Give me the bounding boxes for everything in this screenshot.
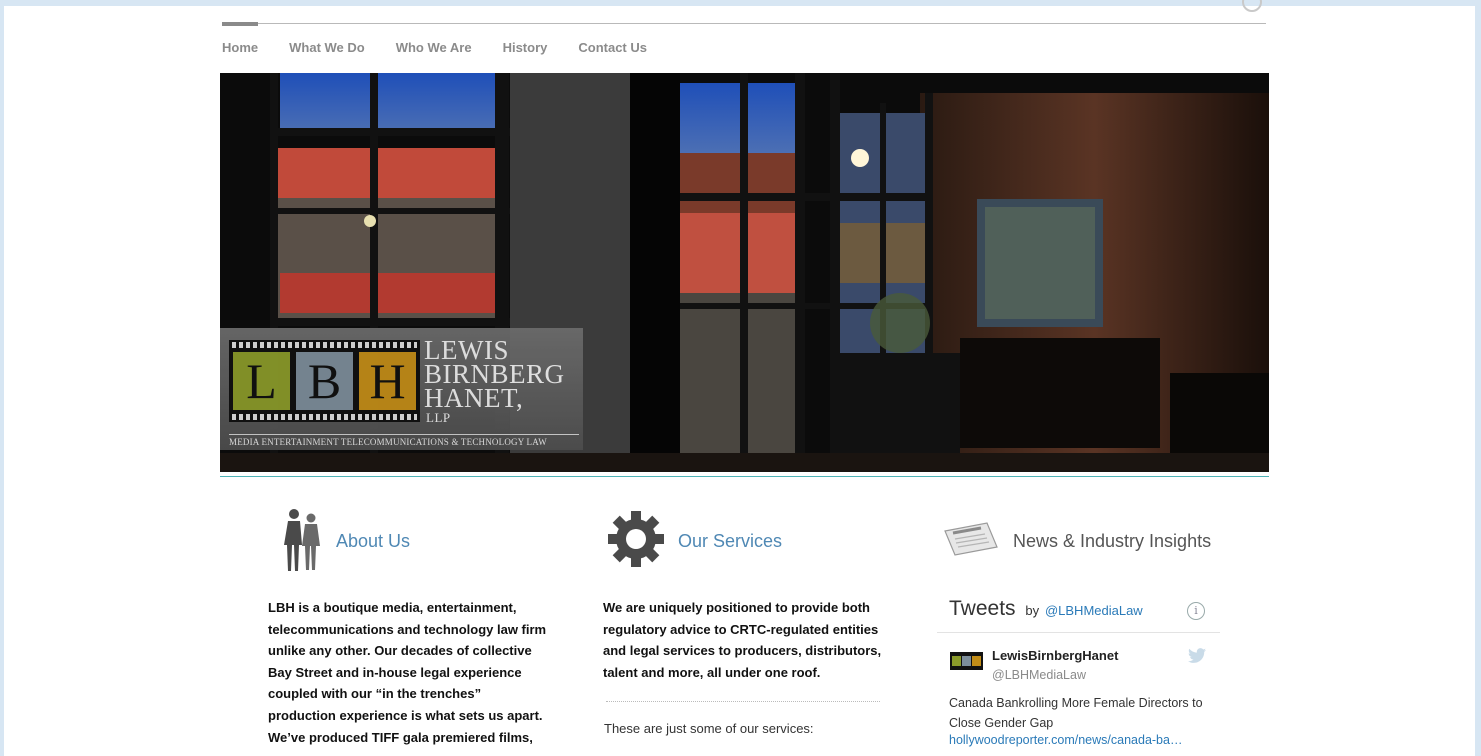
info-icon[interactable]: i [1187,602,1205,620]
tweet-link[interactable]: hollywoodreporter.com/news/canada-ba… [949,733,1182,747]
people-silhouette-icon [280,506,324,577]
about-line: LBH is a boutique media, entertainment, [268,600,517,615]
search-icon[interactable] [1242,0,1262,14]
tweets-heading: Tweets by @LBHMediaLaw [949,597,1143,621]
services-subheading: These are just some of our services: [604,721,814,736]
nav-who-we-are[interactable]: Who We Are [396,40,472,56]
browser-frame-right [1475,0,1481,756]
services-text: We are uniquely positioned to provide bo… [603,597,893,683]
services-line: We are uniquely positioned to provide bo… [603,600,870,615]
twitter-bird-icon[interactable] [1188,648,1206,668]
logo-tagline: MEDIA ENTERTAINMENT TELECOMMUNICATIONS &… [229,434,579,447]
logo-line-3: HANET, [424,383,524,413]
services-header: Our Services [606,508,782,574]
tweet-author-username[interactable]: @LBHMediaLaw [992,668,1086,682]
services-title[interactable]: Our Services [678,531,782,552]
services-line: and legal services to producers, distrib… [603,643,882,659]
news-header: News & Industry Insights [941,508,1211,574]
about-line: telecommunications and technology law fi… [268,621,547,637]
nav-contact-us[interactable]: Contact Us [578,40,647,56]
about-line: Bay Street and in-house legal experience [268,664,522,680]
about-line: unlike any other. Our decades of collect… [268,643,532,659]
twitter-widget: Tweets by @LBHMediaLaw i LewisBirnbergHa… [937,596,1220,756]
tweet-avatar[interactable] [950,652,983,670]
about-line: coupled with our “in the trenches” [268,686,482,702]
newspaper-icon [941,519,1001,564]
nav-history[interactable]: History [503,40,548,56]
browser-frame-left [0,0,4,756]
logo-letter-l: L [233,352,290,410]
gear-icon [606,509,666,574]
lbh-logo[interactable]: L B H LEWIS BIRNBERG HANET, LLP MEDIA EN… [220,328,583,450]
logo-firm-name: LEWIS BIRNBERG HANET, LLP [424,337,565,426]
services-divider [606,701,880,702]
services-line: regulatory advice to CRTC-regulated enti… [603,621,879,637]
logo-letter-b: B [296,352,353,410]
active-tab-indicator [222,22,258,26]
about-line: We’ve produced TIFF gala premiered films… [268,729,533,745]
hero-divider [220,476,1269,477]
main-nav: Home What We Do Who We Are History Conta… [222,40,678,56]
news-title: News & Industry Insights [1013,530,1212,551]
about-line: production experience is what sets us ap… [268,707,543,723]
tweets-divider [937,632,1220,633]
nav-home[interactable]: Home [222,40,258,56]
about-header: About Us [280,508,410,574]
logo-filmstrip: L B H [229,340,420,422]
nav-what-we-do[interactable]: What We Do [289,40,365,56]
tweet-text: Canada Bankrolling More Female Directors… [949,696,1203,730]
tweet-author-name[interactable]: LewisBirnbergHanet [992,648,1118,663]
services-line: talent and more, all under one roof. [603,664,821,680]
tweets-by: by [1025,603,1040,618]
tweets-title: Tweets [949,597,1016,620]
about-title[interactable]: About Us [336,531,410,552]
logo-letter-h: H [359,352,416,410]
header-rule [222,23,1266,24]
about-text: LBH is a boutique media, entertainment, … [268,597,558,748]
tweets-handle-link[interactable]: @LBHMediaLaw [1045,603,1143,618]
